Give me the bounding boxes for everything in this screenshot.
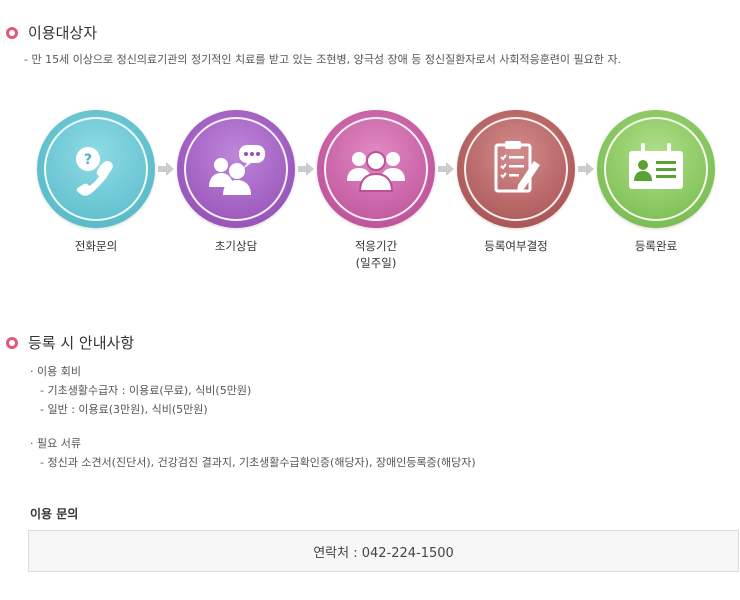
docs-item: - 정신과 소견서(진단서), 건강검진 결과지, 기초생활수급확인증(해당자)… [40, 456, 476, 469]
step-label: 등록완료 [634, 239, 678, 253]
contact-phone: 연락처 : 042-224-1500 [313, 545, 454, 561]
id-card-icon [629, 143, 683, 189]
registration-notes: · 이용 회비 - 기초생활수급자 : 이용료(무료), 식비(5만원) - 일… [30, 362, 476, 472]
step-adaptation: 적응기간 (일주일) [306, 110, 446, 272]
contact-box: 연락처 : 042-224-1500 [28, 530, 739, 572]
bullet-icon [6, 26, 18, 39]
step-label: 초기상담 [214, 239, 258, 253]
step-circle [317, 110, 435, 228]
svg-text:?: ? [84, 152, 92, 168]
docs-heading: · 필요 서류 [30, 437, 81, 450]
section-title-text: 등록 시 안내사항 [28, 334, 135, 352]
step-registration-complete: 등록완료 [586, 110, 726, 255]
section-title-target: 이용대상자 [6, 22, 97, 43]
phone-question-icon: ? [76, 147, 113, 196]
step-circle: ? [37, 110, 155, 228]
step-registration-decision: 등록여부결정 [446, 110, 586, 255]
process-steps: ? 전화문의 초기상담 적응기간 (일주일) 등록여부결정 등록완료 [0, 110, 740, 280]
step-label: 등록여부결정 [484, 239, 548, 253]
step-label: 적응기간 (일주일) [306, 238, 446, 272]
step-label-main: 적응기간 [354, 239, 398, 253]
checklist-icon [494, 141, 540, 193]
fee-item: - 일반 : 이용료(3만원), 식비(5만원) [40, 403, 208, 416]
chat-people-icon [209, 145, 265, 195]
target-description: - 만 15세 이상으로 정신의료기관의 정기적인 치료를 받고 있는 조현병,… [24, 53, 622, 66]
fee-item: - 기초생활수급자 : 이용료(무료), 식비(5만원) [40, 384, 252, 397]
bullet-icon [6, 336, 18, 349]
section-title-registration: 등록 시 안내사항 [6, 332, 134, 353]
step-circle [177, 110, 295, 228]
step-label-sub: (일주일) [355, 256, 397, 270]
section-title-text: 이용대상자 [28, 24, 98, 42]
step-circle [597, 110, 715, 228]
step-circle [457, 110, 575, 228]
step-label: 전화문의 [74, 239, 118, 253]
contact-title: 이용 문의 [30, 507, 79, 521]
group-icon [347, 151, 405, 192]
step-initial-consult: 초기상담 [166, 110, 306, 255]
fee-heading: · 이용 회비 [30, 365, 81, 378]
step-phone-inquiry: ? 전화문의 [26, 110, 166, 255]
